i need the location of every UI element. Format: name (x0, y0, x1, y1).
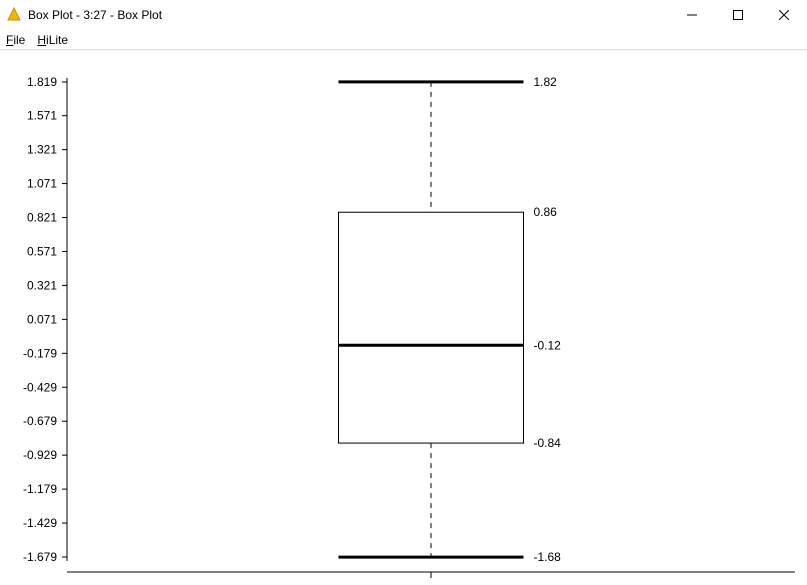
y-tick-label: 1.819 (27, 75, 57, 89)
y-tick-label: 0.571 (27, 244, 57, 258)
label-q3: 0.86 (534, 205, 558, 219)
app-icon (6, 7, 22, 23)
y-tick-label: 0.821 (27, 211, 57, 225)
y-tick-label: -1.429 (23, 516, 57, 530)
maximize-button[interactable] (715, 0, 761, 30)
menu-hilite[interactable]: HiLite (37, 33, 68, 47)
plot-area: 1.819 1.571 1.321 1.071 0.821 0.571 0.321 0.071… (0, 52, 807, 585)
window-title: Box Plot - 3:27 - Box Plot (28, 8, 162, 22)
y-tick-label: -0.929 (23, 448, 57, 462)
y-tick-label: 0.321 (27, 278, 57, 292)
window-titlebar: Box Plot - 3:27 - Box Plot (0, 0, 807, 30)
label-max: 1.82 (534, 75, 558, 89)
menu-hilite-rest: iLite (46, 33, 68, 47)
menu-hilite-underline: H (37, 33, 46, 47)
y-tick-label: 1.321 (27, 143, 57, 157)
label-q1: -0.84 (534, 436, 562, 450)
menubar: File HiLite (0, 30, 807, 50)
close-button[interactable] (761, 0, 807, 30)
minimize-button[interactable] (669, 0, 715, 30)
y-tick-label: -1.179 (23, 482, 57, 496)
y-tick-label: -0.679 (23, 414, 57, 428)
label-median: -0.12 (534, 338, 562, 352)
window-controls (669, 0, 807, 30)
menu-file[interactable]: File (6, 33, 25, 47)
titlebar-left: Box Plot - 3:27 - Box Plot (6, 7, 162, 23)
box-rect (339, 212, 524, 443)
boxplot-svg: 1.819 1.571 1.321 1.071 0.821 0.571 0.321 0.071… (0, 52, 807, 585)
y-tick-label: 1.071 (27, 177, 57, 191)
y-tick-label: 1.571 (27, 109, 57, 123)
y-tick-label: 0.071 (27, 312, 57, 326)
y-tick-label: -0.429 (23, 380, 57, 394)
y-tick-label: -1.679 (23, 550, 57, 564)
menu-file-rest: ile (13, 33, 25, 47)
y-tick-label: -0.179 (23, 346, 57, 360)
label-min: -1.68 (534, 550, 562, 564)
